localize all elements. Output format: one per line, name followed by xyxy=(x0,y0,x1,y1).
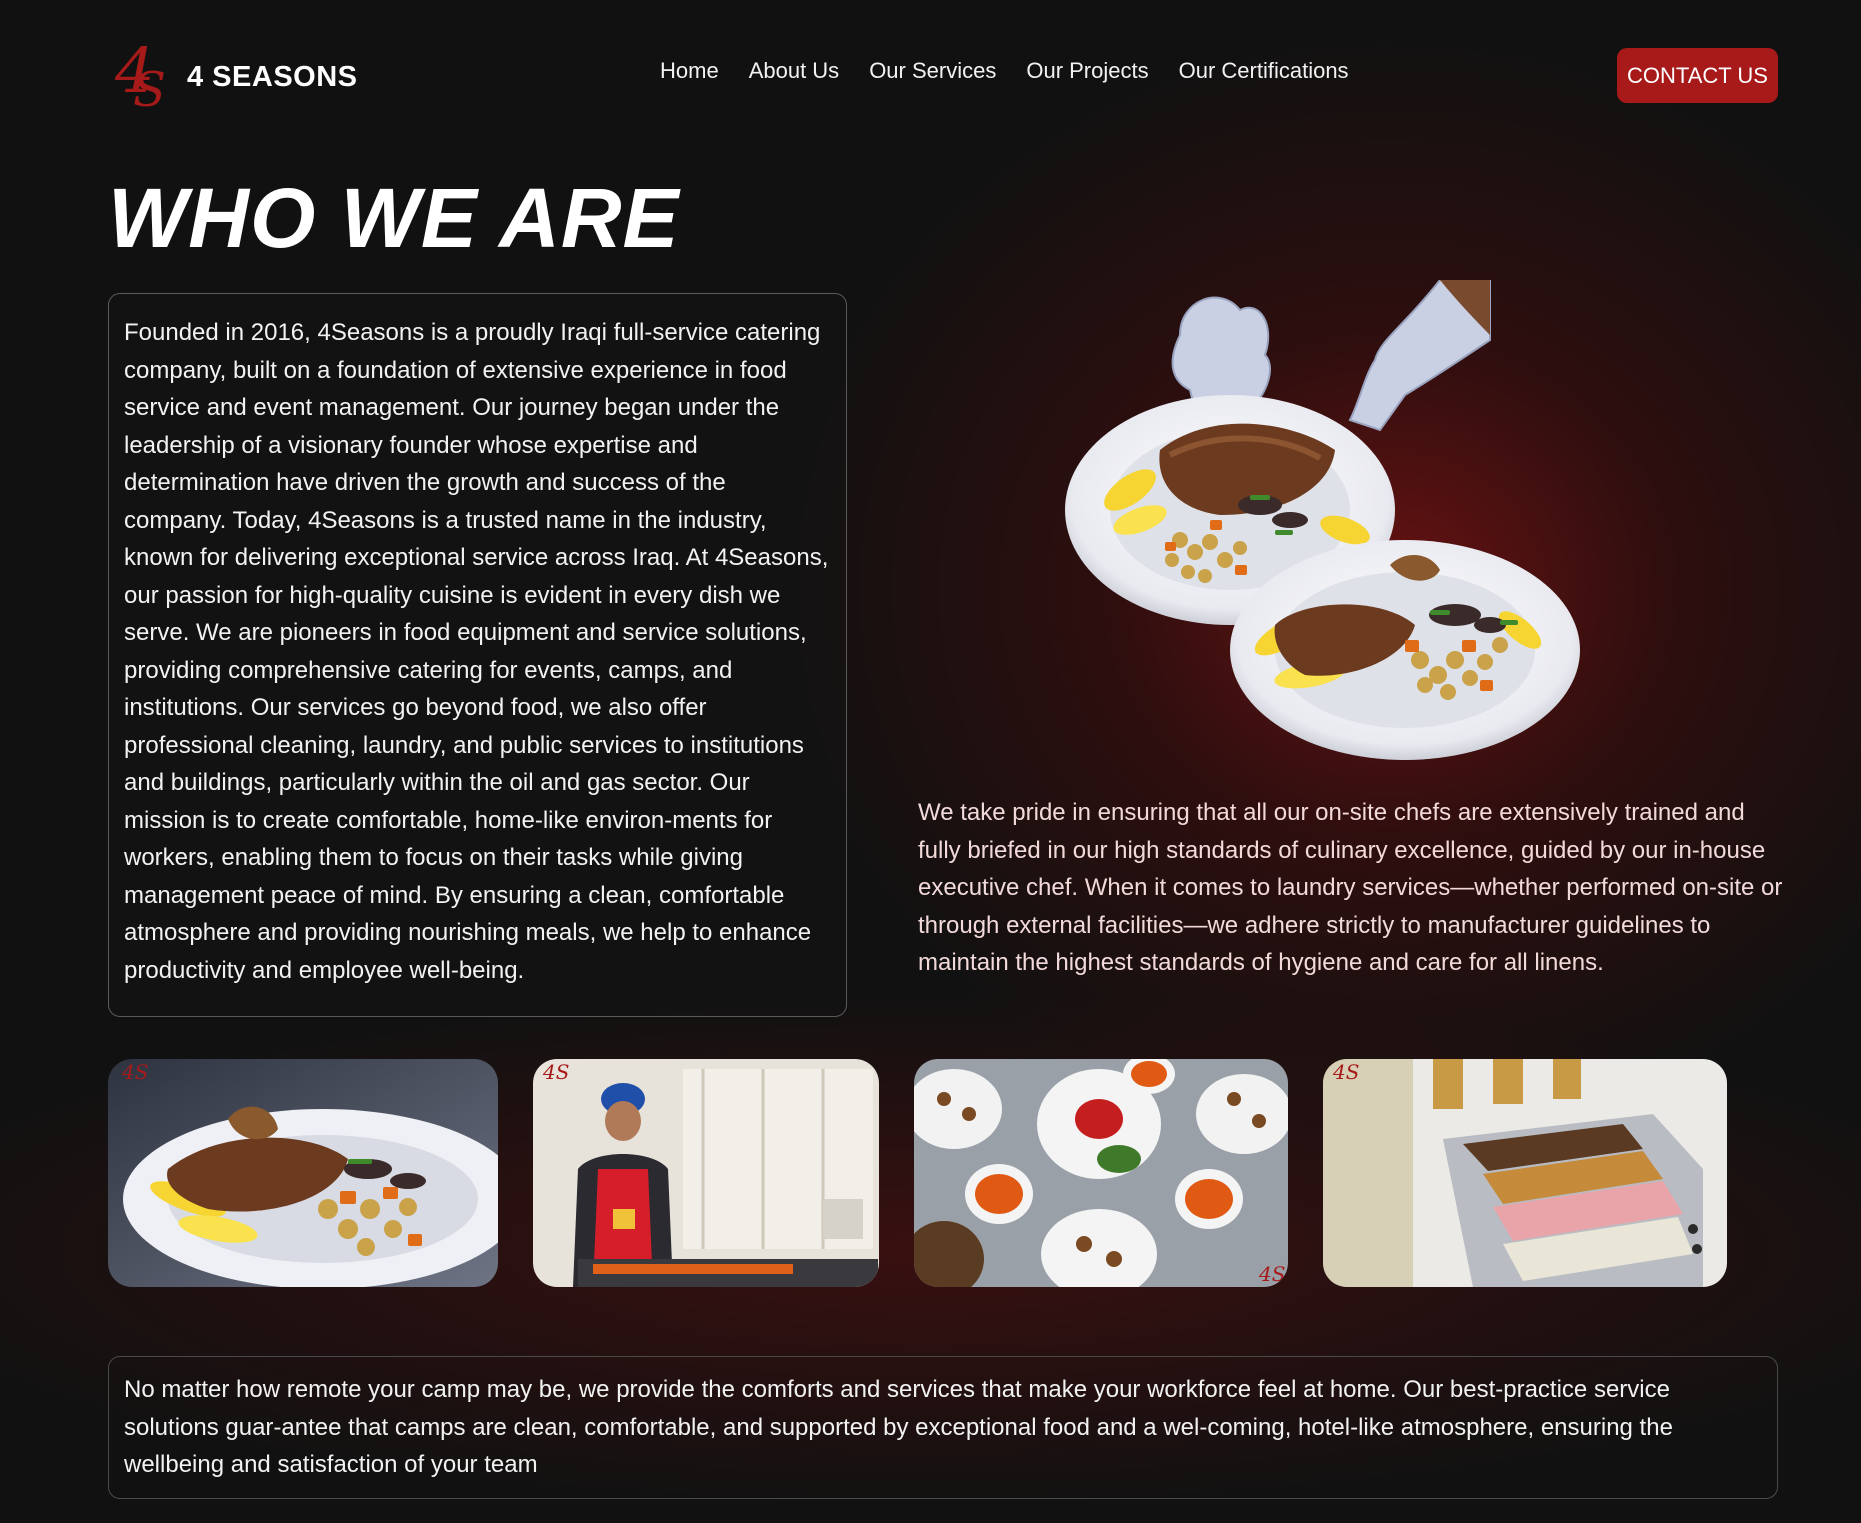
site-header: 4S 4 SEASONS Home About Us Our Services … xyxy=(0,0,1861,150)
about-text-box: Founded in 2016, 4Seasons is a proudly I… xyxy=(108,293,847,1017)
chef-paragraph: We take pride in ensuring that all our o… xyxy=(918,799,1783,976)
page-title: WHO WE ARE xyxy=(108,171,680,265)
nav-about-us[interactable]: About Us xyxy=(749,58,840,84)
logo-mark-icon: 4S xyxy=(115,34,166,118)
gallery-image-chef: 4S xyxy=(533,1059,879,1287)
nav-our-projects[interactable]: Our Projects xyxy=(1026,58,1148,84)
nav-our-certifications[interactable]: Our Certifications xyxy=(1179,58,1349,84)
gallery-image-dishes: 4S xyxy=(914,1059,1288,1287)
bottom-paragraph: No matter how remote your camp may be, w… xyxy=(124,1376,1673,1478)
contact-us-button[interactable]: CONTACT US xyxy=(1617,48,1778,103)
nav-home[interactable]: Home xyxy=(660,58,719,84)
main-nav: Home About Us Our Services Our Projects … xyxy=(660,58,1349,84)
brand-name: 4 SEASONS xyxy=(187,60,358,93)
svg-text:4S: 4S xyxy=(121,1060,148,1084)
svg-text:4S: 4S xyxy=(1332,1060,1359,1084)
hero-food-image xyxy=(1065,280,1580,760)
about-paragraph: Founded in 2016, 4Seasons is a proudly I… xyxy=(124,319,829,984)
gallery-image-plate: 4S xyxy=(108,1059,498,1287)
nav-our-services[interactable]: Our Services xyxy=(869,58,996,84)
svg-text:4S: 4S xyxy=(542,1060,569,1084)
bottom-text-box: No matter how remote your camp may be, w… xyxy=(108,1356,1778,1499)
gallery-image-buffet: 4S xyxy=(1323,1059,1727,1287)
logo[interactable]: 4S 4 SEASONS xyxy=(113,34,358,118)
svg-text:4S: 4S xyxy=(1258,1262,1285,1286)
